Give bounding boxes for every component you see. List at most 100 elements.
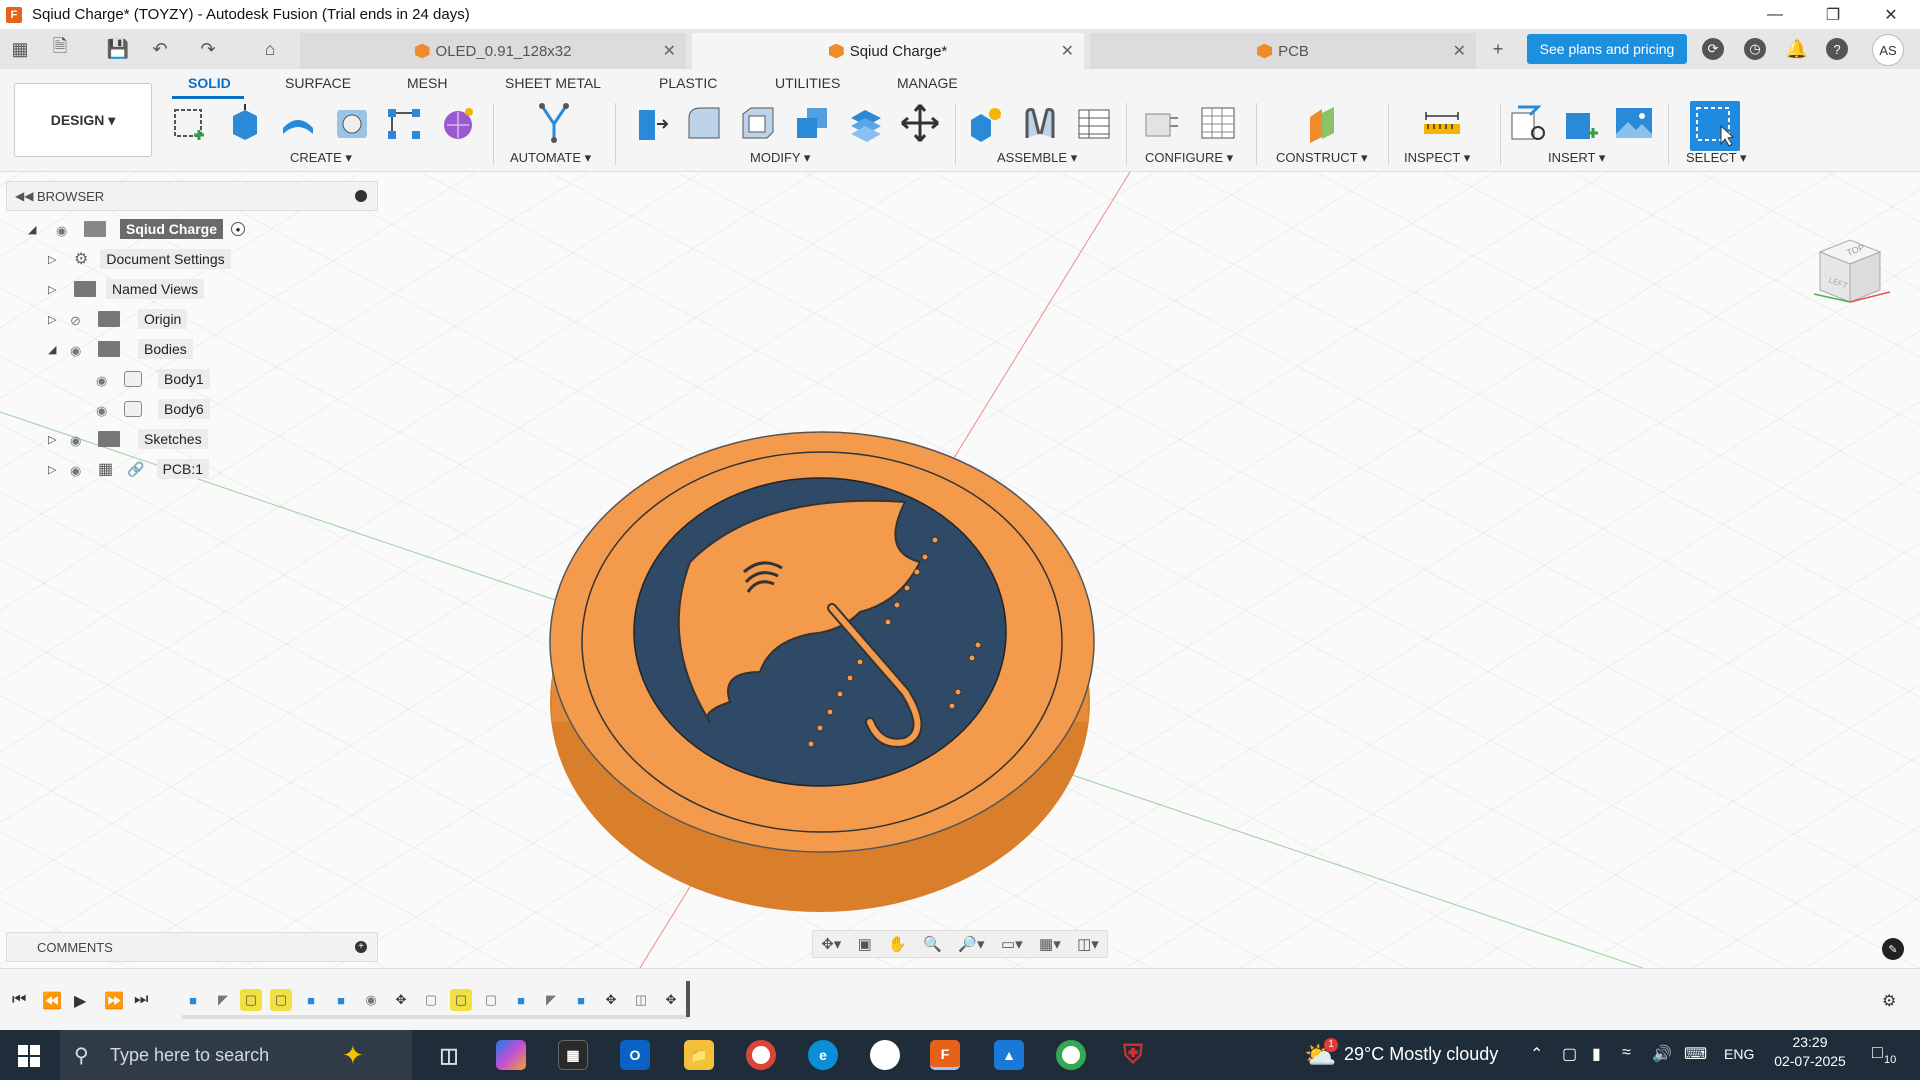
save-icon[interactable]: 💾: [106, 37, 130, 61]
create-sketch-icon[interactable]: [168, 101, 212, 145]
step-forward-icon[interactable]: ⏩: [104, 991, 124, 1011]
assemble-group-label[interactable]: ASSEMBLE ▾: [997, 150, 1077, 166]
collapse-panel-icon[interactable]: ◀◀: [15, 189, 33, 203]
combine-icon[interactable]: [790, 101, 834, 145]
home-icon[interactable]: ⌂: [258, 37, 282, 61]
pan-icon[interactable]: ✋: [888, 935, 907, 953]
tree-named-views[interactable]: ▷ Named Views: [48, 277, 205, 301]
hole-icon[interactable]: [330, 101, 374, 145]
visibility-eye-icon[interactable]: ◉: [56, 223, 76, 238]
grid-settings-icon[interactable]: ▦▾: [1039, 935, 1061, 953]
construct-group-label[interactable]: CONSTRUCT ▾: [1276, 150, 1368, 166]
collapsed-triangle-icon[interactable]: ▷: [48, 463, 60, 476]
assistant-chat-icon[interactable]: ✎: [1882, 938, 1904, 960]
timeline-sketch-icon[interactable]: ▢: [270, 989, 292, 1011]
apps-grid-icon[interactable]: ▦: [8, 37, 32, 61]
comments-panel[interactable]: COMMENTS +: [6, 932, 378, 962]
timeline-hole-icon[interactable]: ◉: [360, 989, 382, 1011]
timeline-extrude-icon[interactable]: ■: [182, 989, 204, 1011]
wifi-icon[interactable]: ≈: [1622, 1044, 1631, 1062]
chrome-app-icon[interactable]: [746, 1040, 776, 1070]
shell-icon[interactable]: [736, 101, 780, 145]
expanded-triangle-icon[interactable]: ◢: [48, 343, 60, 356]
insert-group-label[interactable]: INSERT ▾: [1548, 150, 1605, 166]
collapsed-triangle-icon[interactable]: ▷: [48, 253, 60, 266]
timeline-combine-icon[interactable]: ◫: [630, 989, 652, 1011]
expanded-triangle-icon[interactable]: ◢: [28, 223, 40, 236]
outlook-app-icon[interactable]: O: [620, 1040, 650, 1070]
viewports-icon[interactable]: ◫▾: [1077, 935, 1099, 953]
fillet-icon[interactable]: [682, 101, 726, 145]
job-status-icon[interactable]: ◷: [1744, 38, 1766, 60]
tree-pcb[interactable]: ▷ ◉ ▦ 🔗 PCB:1: [48, 457, 210, 481]
new-tab-icon[interactable]: +: [1486, 37, 1510, 61]
browser-root[interactable]: ◢ ◉ Sqiud Charge ●: [28, 217, 246, 241]
tree-document-settings[interactable]: ▷ ⚙ Document Settings: [48, 247, 231, 271]
tab-sheet-metal[interactable]: SHEET METAL: [505, 75, 601, 91]
extrude-icon[interactable]: [222, 101, 266, 145]
tree-body6[interactable]: ◉ Body6: [86, 397, 210, 421]
tab-pcb[interactable]: PCB ✕: [1090, 33, 1476, 69]
close-icon[interactable]: ✕: [1862, 0, 1920, 29]
timeline-sketch-icon[interactable]: ▢: [450, 989, 472, 1011]
activate-radio-icon[interactable]: ●: [231, 222, 246, 236]
tab-plastic[interactable]: PLASTIC: [659, 75, 717, 91]
restore-icon[interactable]: ❐: [1804, 0, 1862, 29]
mcafee-app-icon[interactable]: ⛨: [1118, 1039, 1148, 1070]
orbit-icon[interactable]: ✥▾: [821, 935, 841, 953]
offset-plane-icon[interactable]: [1302, 101, 1346, 145]
new-component-icon[interactable]: [964, 101, 1008, 145]
hidden-eye-icon[interactable]: ⊘: [70, 313, 90, 328]
collapsed-triangle-icon[interactable]: ▷: [48, 433, 60, 446]
tree-body1[interactable]: ◉ Body1: [86, 367, 210, 391]
fusion-taskbar-icon[interactable]: F: [930, 1040, 960, 1070]
timeline-extrude-icon[interactable]: ■: [330, 989, 352, 1011]
tab-manage[interactable]: MANAGE: [897, 75, 958, 91]
step-back-icon[interactable]: ⏪: [42, 991, 62, 1011]
tree-bodies[interactable]: ◢ ◉ Bodies: [48, 337, 193, 361]
collapsed-triangle-icon[interactable]: ▷: [48, 313, 60, 326]
minimize-icon[interactable]: —: [1746, 0, 1804, 29]
tab-surface[interactable]: SURFACE: [285, 75, 351, 91]
timeline-sketch-icon[interactable]: ▢: [480, 989, 502, 1011]
visibility-eye-icon[interactable]: ◉: [96, 373, 116, 388]
configure-icon[interactable]: [1140, 101, 1184, 145]
volume-icon[interactable]: 🔊: [1652, 1044, 1672, 1064]
bill-of-materials-icon[interactable]: [1072, 101, 1116, 145]
play-icon[interactable]: ▶: [74, 991, 86, 1011]
timeline-extrude-icon[interactable]: ■: [570, 989, 592, 1011]
3d-viewport[interactable]: TOP LEFT: [0, 172, 1920, 968]
notification-center-icon[interactable]: □: [1872, 1042, 1883, 1063]
undo-icon[interactable]: ↶: [148, 37, 172, 61]
tab-mesh[interactable]: MESH: [407, 75, 447, 91]
timeline-marker[interactable]: [686, 981, 690, 1017]
store-app-icon[interactable]: ▦: [558, 1040, 588, 1070]
user-avatar[interactable]: AS: [1872, 34, 1904, 66]
configuration-table-icon[interactable]: [1196, 101, 1240, 145]
timeline-fillet-icon[interactable]: ◤: [212, 989, 234, 1011]
add-comment-icon[interactable]: +: [355, 941, 367, 953]
insert-canvas-icon[interactable]: [1612, 101, 1656, 145]
create-group-label[interactable]: CREATE ▾: [290, 150, 352, 166]
pattern-icon[interactable]: [382, 101, 426, 145]
viewcube[interactable]: TOP LEFT: [1813, 239, 1891, 303]
timeline-move-icon[interactable]: ✥: [390, 989, 412, 1011]
close-tab-icon[interactable]: ✕: [1061, 41, 1074, 61]
clock[interactable]: 23:29 02-07-2025: [1768, 1034, 1852, 1069]
minimize-panel-icon[interactable]: [355, 190, 367, 202]
model-puck[interactable]: [549, 431, 1095, 912]
notifications-icon[interactable]: 🔔: [1786, 38, 1808, 60]
automate-group-label[interactable]: AUTOMATE ▾: [510, 150, 591, 166]
weather-text[interactable]: 29°C Mostly cloudy: [1344, 1044, 1498, 1065]
modify-group-label[interactable]: MODIFY ▾: [750, 150, 810, 166]
press-pull-icon[interactable]: [628, 101, 672, 145]
copilot-app-icon[interactable]: [496, 1040, 526, 1070]
measure-icon[interactable]: [1420, 101, 1464, 145]
timeline-sketch-icon[interactable]: ▢: [420, 989, 442, 1011]
insert-mesh-icon[interactable]: [1560, 101, 1604, 145]
meet-now-icon[interactable]: ▢: [1562, 1044, 1577, 1064]
form-icon[interactable]: [436, 101, 480, 145]
file-explorer-icon[interactable]: 📁: [684, 1040, 714, 1070]
tab-utilities[interactable]: UTILITIES: [775, 75, 840, 91]
visibility-eye-icon[interactable]: ◉: [70, 463, 90, 478]
